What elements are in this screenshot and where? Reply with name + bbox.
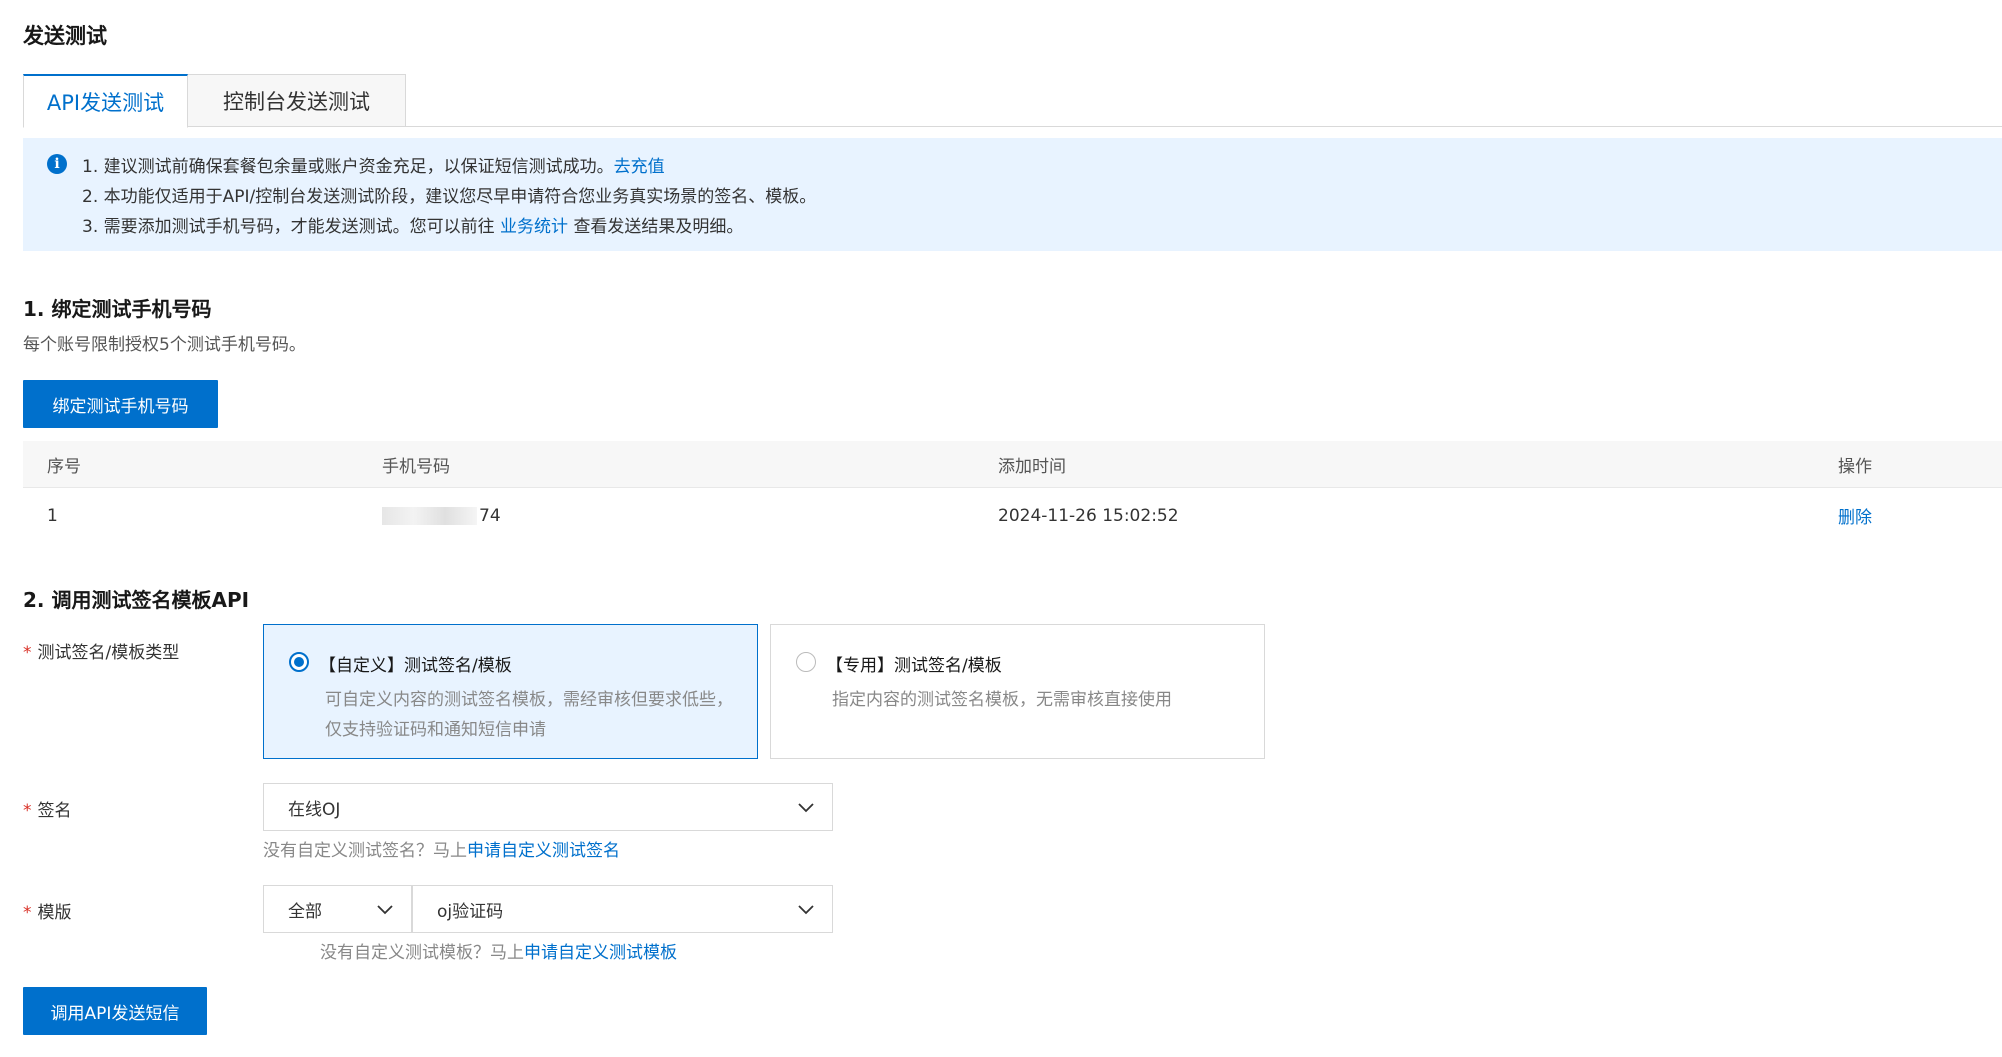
header-added-time: 添加时间 <box>998 456 1066 477</box>
required-mark: * <box>23 801 32 821</box>
template-hint-text: 没有自定义测试模板？马上 <box>320 943 524 963</box>
special-radio[interactable] <box>796 652 816 672</box>
table-header: 序号 手机号码 添加时间 操作 <box>23 441 2002 488</box>
sign-hint: 没有自定义测试签名？马上申请自定义测试签名 <box>263 836 620 861</box>
masked-phone-digits <box>382 506 477 525</box>
header-index: 序号 <box>47 456 81 477</box>
notice-line-3-text: 3. 需要添加测试手机号码，才能发送测试。您可以前往 <box>82 217 495 237</box>
header-phone: 手机号码 <box>382 456 450 477</box>
sign-select-value: 在线OJ <box>288 799 341 820</box>
bind-phone-button[interactable]: 绑定测试手机号码 <box>23 380 218 428</box>
template-select-value: oj验证码 <box>437 901 504 922</box>
template-category-select[interactable]: 全部 <box>263 885 412 933</box>
chevron-down-icon <box>377 905 393 915</box>
info-icon: i <box>47 154 67 174</box>
phone-suffix: 74 <box>479 505 501 526</box>
test-phone-table: 序号 手机号码 添加时间 操作 1 74 2024-11-26 15:02:52… <box>23 441 2002 544</box>
template-label-text: 模版 <box>37 903 72 923</box>
template-label: * 模版 <box>23 898 72 923</box>
special-template-card[interactable]: 【专用】测试签名/模板 指定内容的测试签名模板，无需审核直接使用 <box>770 624 1265 759</box>
recharge-link[interactable]: 去充值 <box>614 157 665 177</box>
type-label-text: 测试签名/模板类型 <box>37 643 180 663</box>
chevron-down-icon <box>798 803 814 813</box>
notice-line-2: 2. 本功能仅适用于API/控制台发送测试阶段，建议您尽早申请符合您业务真实场景… <box>82 187 817 207</box>
template-select[interactable]: oj验证码 <box>412 885 833 933</box>
page-title: 发送测试 <box>23 24 107 48</box>
special-card-title: 【专用】测试签名/模板 <box>826 656 1002 676</box>
apply-custom-sign-link[interactable]: 申请自定义测试签名 <box>467 841 620 861</box>
section-1-description: 每个账号限制授权5个测试手机号码。 <box>23 335 306 355</box>
section-2-title: 2. 调用测试签名模板API <box>23 588 250 612</box>
custom-card-title: 【自定义】测试签名/模板 <box>319 656 512 676</box>
row-index: 1 <box>47 505 58 526</box>
table-row: 1 74 2024-11-26 15:02:52 删除 <box>23 488 2002 544</box>
sign-label: * 签名 <box>23 796 72 821</box>
sign-hint-text: 没有自定义测试签名？马上 <box>263 841 467 861</box>
notice-line-3-text-after: 查看发送结果及明细。 <box>573 217 744 237</box>
send-sms-button[interactable]: 调用API发送短信 <box>23 987 207 1035</box>
apply-custom-template-link[interactable]: 申请自定义测试模板 <box>524 943 677 963</box>
tab-console-send-test[interactable]: 控制台发送测试 <box>188 74 406 127</box>
special-card-desc: 指定内容的测试签名模板，无需审核直接使用 <box>832 690 1172 710</box>
template-hint: 没有自定义测试模板？马上申请自定义测试模板 <box>320 938 677 963</box>
tab-api-send-test[interactable]: API发送测试 <box>23 74 188 128</box>
sign-select[interactable]: 在线OJ <box>263 783 833 831</box>
row-added-time: 2024-11-26 15:02:52 <box>998 505 1179 526</box>
row-phone: 74 <box>382 488 501 543</box>
section-1-title: 1. 绑定测试手机号码 <box>23 297 212 321</box>
header-action: 操作 <box>1838 456 1872 477</box>
sign-label-text: 签名 <box>37 801 72 821</box>
notice-line-1: 1. 建议测试前确保套餐包余量或账户资金充足，以保证短信测试成功。去充值 <box>82 152 665 177</box>
template-category-value: 全部 <box>288 901 322 922</box>
chevron-down-icon <box>798 905 814 915</box>
tab-bar: API发送测试 控制台发送测试 <box>23 74 2002 128</box>
business-stats-link[interactable]: 业务统计 <box>500 217 568 237</box>
required-mark: * <box>23 643 32 663</box>
custom-card-desc: 可自定义内容的测试签名模板，需经审核但要求低些，仅支持验证码和通知短信申请 <box>325 690 733 740</box>
type-label: * 测试签名/模板类型 <box>23 638 179 663</box>
info-notice: i 1. 建议测试前确保套餐包余量或账户资金充足，以保证短信测试成功。去充值 2… <box>23 138 2002 251</box>
notice-line-1-text: 1. 建议测试前确保套餐包余量或账户资金充足，以保证短信测试成功。 <box>82 157 614 177</box>
required-mark: * <box>23 903 32 923</box>
custom-radio[interactable] <box>289 652 309 672</box>
custom-template-card[interactable]: 【自定义】测试签名/模板 可自定义内容的测试签名模板，需经审核但要求低些，仅支持… <box>263 624 758 759</box>
delete-link[interactable]: 删除 <box>1838 488 1872 543</box>
notice-line-3: 3. 需要添加测试手机号码，才能发送测试。您可以前往 业务统计 查看发送结果及明… <box>82 212 743 237</box>
